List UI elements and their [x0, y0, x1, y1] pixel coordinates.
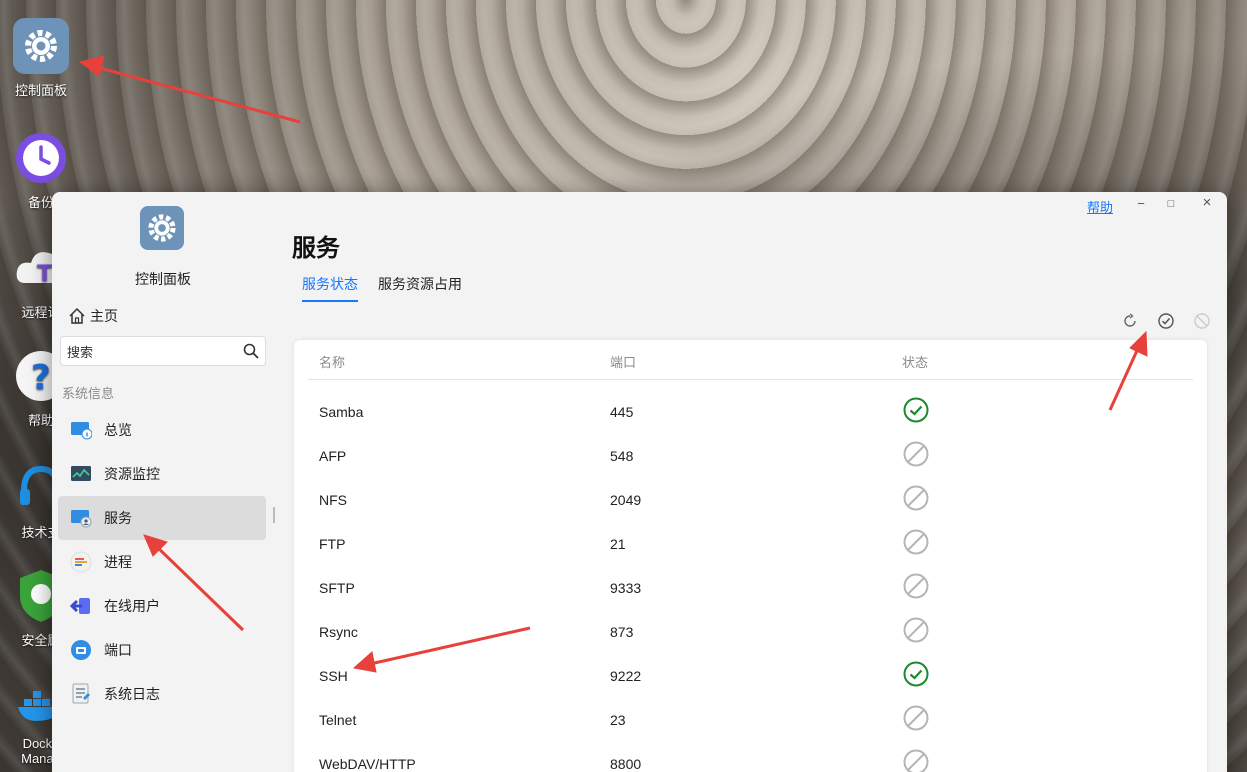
- annotation-arrows: [78, 55, 1148, 673]
